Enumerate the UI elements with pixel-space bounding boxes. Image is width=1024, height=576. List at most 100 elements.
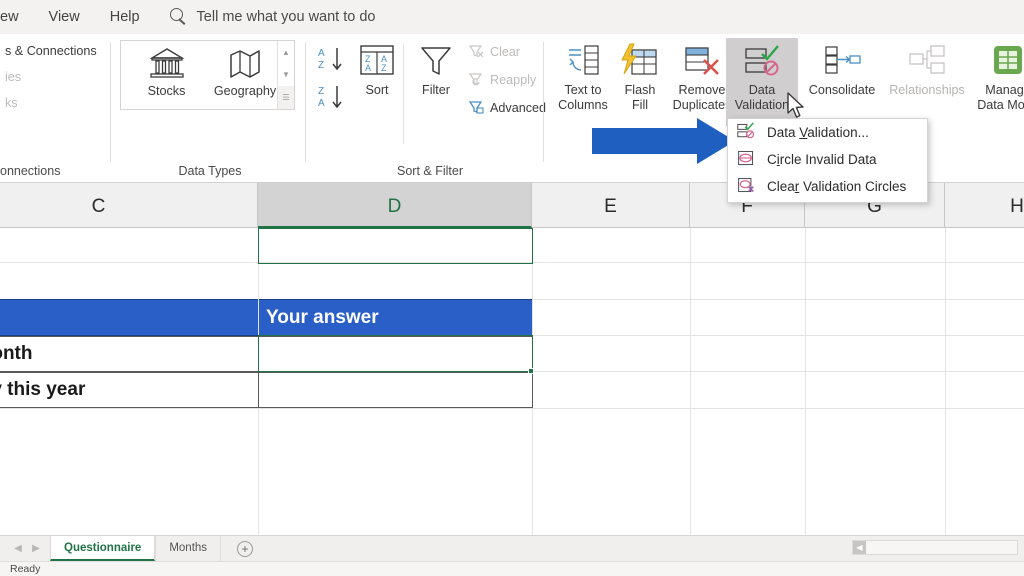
cell-c-header[interactable] (0, 299, 258, 336)
clear-filter-icon (468, 44, 485, 59)
ribbon-tab-view[interactable]: View (34, 0, 95, 34)
flash-fill-icon (618, 42, 662, 80)
properties-command: ies (0, 70, 21, 84)
gallery-more-icon[interactable]: ☰ (278, 86, 294, 109)
column-header-h[interactable]: H (945, 183, 1024, 228)
manage-data-model-icon (986, 42, 1024, 80)
data-types-gallery-scroll[interactable]: ▲ ▼ ☰ (277, 41, 294, 109)
cell-c-question-2[interactable]: oliday this year (0, 372, 259, 408)
menu-item-clear-validation-circles-label: Clear Validation Circles (767, 179, 906, 194)
fill-handle[interactable] (528, 368, 534, 374)
tell-me-placeholder: Tell me what you want to do (197, 9, 376, 25)
properties-label: ies (5, 70, 21, 84)
mouse-cursor-icon (786, 92, 806, 125)
refresh-all-command[interactable]: s & Connections (0, 44, 97, 58)
column-header-d[interactable]: D (258, 183, 532, 228)
annotation-arrow-icon (592, 118, 737, 169)
sheet-tab-months[interactable]: Months (155, 536, 221, 561)
menu-item-circle-invalid-data[interactable]: Circle Invalid Data (728, 146, 927, 173)
column-header-c[interactable]: C (0, 183, 258, 228)
advanced-filter-label: Advanced (490, 101, 546, 115)
svg-text:Z: Z (381, 63, 387, 73)
svg-text:Z: Z (318, 86, 324, 97)
geography-command[interactable]: Geography (206, 45, 284, 99)
add-sheet-button[interactable]: + (237, 541, 253, 557)
gridline-h-1 (0, 262, 1024, 263)
excel-window: ew View Help Tell me what you want to do… (0, 0, 1024, 576)
text-to-columns-label: Text to Columns (552, 83, 614, 112)
column-header-e[interactable]: E (532, 183, 690, 228)
group-label-sort-filter: Sort & Filter (310, 164, 550, 178)
sort-ascending-button[interactable]: A Z (316, 44, 346, 79)
advanced-filter-command[interactable]: Advanced (468, 100, 546, 115)
sort-za-icon: Z A (316, 82, 346, 112)
svg-text:Z: Z (318, 60, 324, 71)
menu-item-data-validation-label: Data Validation... (767, 125, 869, 140)
data-types-gallery: Stocks Geography ▲ ▼ ☰ (120, 40, 295, 110)
cell-d-answer-1[interactable] (258, 336, 533, 372)
reapply-filter-icon (468, 72, 485, 87)
menu-item-circle-invalid-data-label: Circle Invalid Data (767, 152, 877, 167)
ribbon-tab-strip: ew View Help Tell me what you want to do (0, 0, 1024, 34)
group-label-queries-connections: onnections (0, 164, 116, 178)
sort-descending-button[interactable]: Z A (316, 82, 346, 117)
relationships-icon (905, 42, 949, 80)
next-sheet-arrow-icon[interactable]: ▶ (28, 543, 44, 554)
cell-d-header-text: Your answer (266, 307, 379, 329)
horizontal-scrollbar[interactable]: ◀ (852, 540, 1018, 555)
relationships-command: Relationships (884, 42, 970, 98)
sheet-tab-questionnaire[interactable]: Questionnaire (50, 536, 155, 561)
cell-c-question-1-text: ite month (0, 343, 33, 365)
gridline-v-f-g (805, 228, 806, 535)
ribbon-tab-help[interactable]: Help (95, 0, 155, 34)
circle-invalid-data-icon (736, 149, 760, 170)
svg-text:A: A (318, 98, 325, 109)
clear-filter-label: Clear (490, 45, 520, 59)
refresh-all-label: s & Connections (5, 44, 97, 58)
svg-text:A: A (318, 48, 325, 59)
data-validation-icon (736, 122, 760, 143)
stocks-command[interactable]: Stocks (129, 45, 204, 99)
sheet-tab-bar: ◀ ▶ Questionnaire Months + ◀ (0, 535, 1024, 561)
geography-label: Geography (206, 84, 284, 99)
consolidate-icon (820, 42, 864, 80)
text-to-columns-command[interactable]: Text to Columns (552, 42, 614, 112)
filter-command[interactable]: Filter (406, 42, 466, 98)
gallery-scroll-up-icon[interactable]: ▲ (278, 41, 294, 64)
cell-c-question-1[interactable]: ite month (0, 336, 259, 372)
ribbon-group-data-types: Stocks Geography ▲ ▼ ☰ Data Types (120, 34, 300, 182)
ribbon-tab-review[interactable]: ew (0, 0, 34, 34)
gallery-scroll-down-icon[interactable]: ▼ (278, 64, 294, 87)
previous-sheet-arrow-icon[interactable]: ◀ (10, 543, 26, 554)
cell-d-answer-2[interactable] (258, 372, 533, 408)
selection-outline-top (258, 228, 533, 264)
flash-fill-command[interactable]: Flash Fill (616, 42, 664, 112)
gridline-h-5 (0, 408, 1024, 409)
menu-item-data-validation[interactable]: Data Validation... (728, 119, 927, 146)
sort-label: Sort (348, 83, 406, 98)
clear-validation-circles-icon (736, 176, 760, 197)
flash-fill-label: Flash Fill (616, 83, 664, 112)
gridline-v-e-f (690, 228, 691, 535)
group-divider-2 (305, 42, 306, 162)
cell-d-header[interactable]: Your answer (259, 299, 532, 336)
sort-command[interactable]: Z A A Z Sort (348, 42, 406, 98)
consolidate-command[interactable]: Consolidate (802, 42, 882, 98)
menu-item-clear-validation-circles[interactable]: Clear Validation Circles (728, 173, 927, 200)
cell-c-question-2-text: oliday this year (0, 379, 85, 401)
stocks-bank-icon (147, 45, 187, 81)
gridline-v-g-h (945, 228, 946, 535)
consolidate-label: Consolidate (802, 83, 882, 98)
scroll-left-arrow-icon[interactable]: ◀ (853, 541, 866, 554)
filter-funnel-icon (414, 42, 458, 80)
reapply-filter-command: Reapply (468, 72, 536, 87)
manage-data-model-command[interactable]: Manage Data Mode (968, 42, 1024, 112)
status-bar: Ready (0, 561, 1024, 576)
tell-me-search-box[interactable]: Tell me what you want to do (167, 6, 376, 28)
group-label-data-types: Data Types (120, 164, 300, 178)
sheet-nav-arrows[interactable]: ◀ ▶ (10, 543, 44, 554)
stocks-label: Stocks (129, 84, 204, 99)
ribbon-group-sort-filter: A Z Z A Z A A (310, 34, 550, 182)
grid-cells-area[interactable]: Your answer ite month oliday this year (0, 228, 1024, 535)
search-icon (167, 6, 189, 28)
